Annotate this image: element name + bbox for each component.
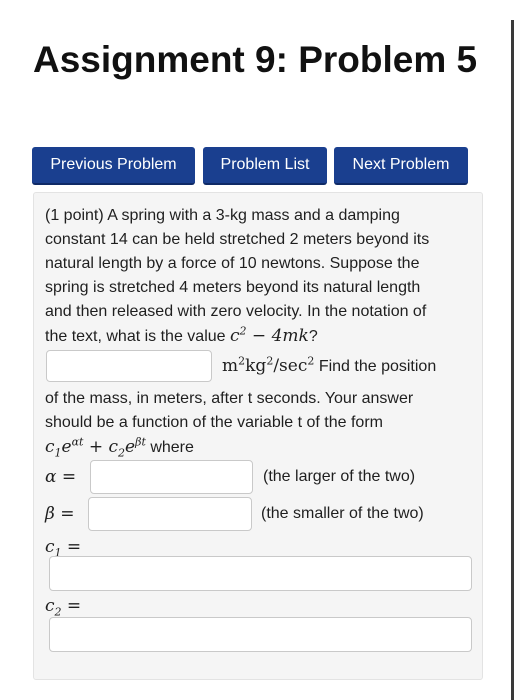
previous-problem-button[interactable]: Previous Problem [32,147,195,185]
problem-text-line: and then released with zero velocity. In… [45,303,427,320]
beta-label: β = [45,504,75,524]
question-prompt: the text, what is the value [45,328,226,345]
units-line: m2kg2/sec2 Find the position [222,354,437,377]
problem-list-button[interactable]: Problem List [203,147,327,185]
c1-input[interactable] [49,556,472,591]
units-m2kg2-per-sec2: m2kg2/sec2 [222,354,315,376]
problem-text-line: should be a function of the variable t o… [45,414,383,431]
beta-input[interactable] [88,497,252,531]
page-title: Assignment 9: Problem 5 [33,39,478,80]
where-text: where [150,439,194,456]
value-answer-input[interactable] [46,350,212,382]
expression-c2-minus-4mk: c2 − 4mk [230,324,309,346]
find-position-text: Find the position [318,358,437,375]
c2-label: c2 = [45,596,82,619]
alpha-note: (the larger of the two) [263,468,416,485]
problem-text-line: of the mass, in meters, after t seconds.… [45,390,414,407]
solution-form-expression: c1eαt + c2eβt [45,435,146,460]
alpha-input[interactable] [90,460,253,494]
beta-note: (the smaller of the two) [261,505,424,522]
c2-input[interactable] [49,617,472,652]
problem-text-line: (1 point) A spring with a 3-kg mass and … [45,207,400,224]
problem-text-line: spring is stretched 4 meters beyond its … [45,279,421,296]
problem-text-line: natural length by a force of 10 newtons.… [45,255,420,272]
c1-label: c1 = [45,537,82,560]
next-problem-button[interactable]: Next Problem [334,147,468,185]
right-border [511,20,514,700]
problem-text-line: constant 14 can be held stretched 2 mete… [45,231,430,248]
form-expression-line: c1eαt + c2eβt where [45,435,194,460]
problem-text-line: the text, what is the value c2 − 4mk? [45,324,318,346]
alpha-label: α = [45,467,77,487]
